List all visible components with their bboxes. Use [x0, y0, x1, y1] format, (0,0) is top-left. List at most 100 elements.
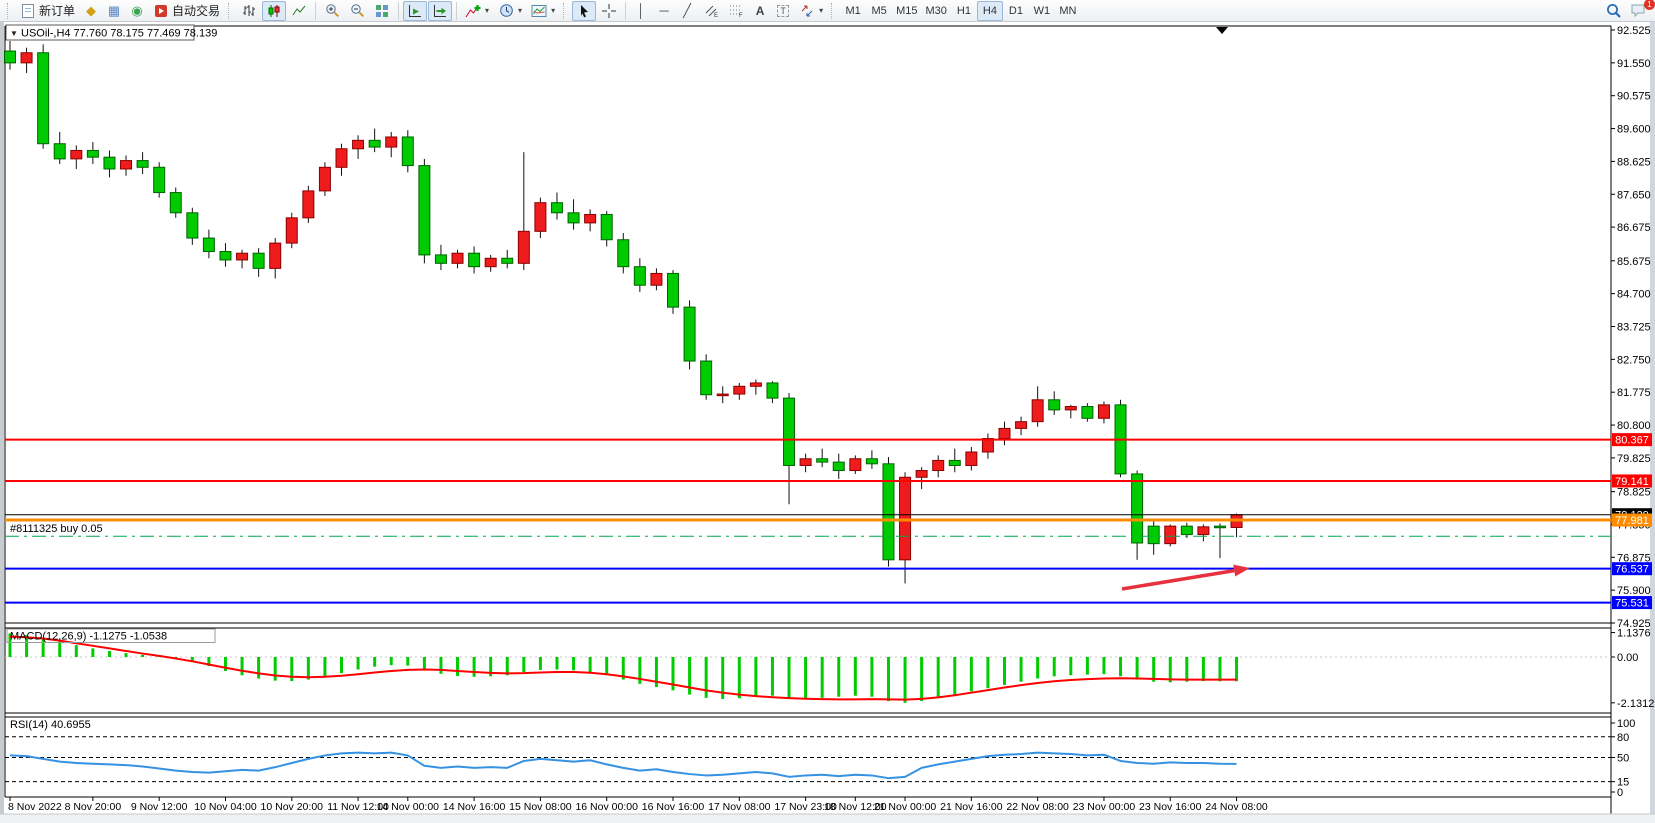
- text-label-icon: T: [777, 5, 789, 17]
- chevron-down-icon: ▾: [485, 6, 489, 15]
- templates-button[interactable]: ▾: [527, 1, 559, 21]
- macd-label: MACD(12,26,9) -1.1275 -1.0538: [10, 631, 167, 643]
- svg-text:0.00: 0.00: [1617, 652, 1638, 664]
- new-order-icon: [20, 3, 36, 19]
- timeframe-w1-button[interactable]: W1: [1029, 1, 1055, 21]
- timeframe-h1-button[interactable]: H1: [951, 1, 977, 21]
- svg-text:78.825: 78.825: [1617, 487, 1651, 499]
- svg-text:-2.1312: -2.1312: [1617, 698, 1654, 710]
- svg-text:14 Nov 16:00: 14 Nov 16:00: [443, 801, 506, 813]
- svg-text:86.675: 86.675: [1617, 222, 1651, 234]
- chart-frame: [0, 22, 1655, 823]
- text-label-button[interactable]: T: [772, 1, 794, 21]
- equidistant-channel-button[interactable]: E: [699, 1, 723, 21]
- tile-windows-button[interactable]: [370, 1, 394, 21]
- text-button[interactable]: A: [749, 1, 771, 21]
- auto-trading-button[interactable]: 自动交易: [149, 1, 224, 21]
- toolbar: 新订单 ◆ ▦ ◉ 自动交易: [0, 0, 1655, 22]
- timeframe-m5-button[interactable]: M5: [866, 1, 892, 21]
- svg-text:10 Nov 04:00: 10 Nov 04:00: [194, 801, 257, 813]
- chart-shift-button[interactable]: [428, 1, 452, 21]
- cursor-icon: [576, 3, 592, 19]
- toolbar-grip[interactable]: [7, 3, 12, 19]
- signal-icon: ◉: [131, 4, 142, 17]
- bar-chart-icon: [241, 3, 257, 19]
- new-order-button[interactable]: 新订单: [16, 1, 79, 21]
- vertical-line-icon: │: [637, 4, 645, 17]
- notification-badge: 1: [1644, 0, 1655, 10]
- svg-text:17 Nov 08:00: 17 Nov 08:00: [708, 801, 771, 813]
- svg-text:88.625: 88.625: [1617, 156, 1651, 168]
- svg-text:83.725: 83.725: [1617, 322, 1651, 334]
- svg-text:50: 50: [1617, 753, 1629, 765]
- timeframe-h4-button[interactable]: H4: [977, 1, 1003, 21]
- timeframe-d1-button[interactable]: D1: [1003, 1, 1029, 21]
- svg-text:10 Nov 20:00: 10 Nov 20:00: [261, 801, 324, 813]
- toolbar-grip[interactable]: [831, 3, 836, 19]
- toolbar-grip[interactable]: [563, 3, 568, 19]
- svg-text:15 Nov 08:00: 15 Nov 08:00: [509, 801, 572, 813]
- bar-chart-mode-button[interactable]: [237, 1, 261, 21]
- symbol-dropdown-icon[interactable]: ▼: [10, 29, 18, 38]
- tile-windows-icon: [374, 3, 390, 19]
- crosshair-icon: [601, 3, 617, 19]
- svg-text:91.550: 91.550: [1617, 58, 1651, 70]
- arrows-button[interactable]: ▾: [795, 1, 827, 21]
- svg-text:76.537: 76.537: [1615, 564, 1649, 576]
- timeframe-m15-button[interactable]: M15: [892, 1, 921, 21]
- fibonacci-button[interactable]: F: [724, 1, 748, 21]
- signal-button[interactable]: ◉: [126, 1, 148, 21]
- timeframe-m30-button[interactable]: M30: [922, 1, 951, 21]
- svg-text:90.575: 90.575: [1617, 91, 1651, 103]
- periods-clock-icon: [498, 3, 514, 19]
- vertical-line-button[interactable]: │: [630, 1, 652, 21]
- svg-text:75.531: 75.531: [1615, 598, 1649, 610]
- svg-text:16 Nov 00:00: 16 Nov 00:00: [575, 801, 638, 813]
- auto-scroll-button[interactable]: [403, 1, 427, 21]
- equidistant-channel-icon: E: [703, 3, 719, 19]
- svg-text:16 Nov 16:00: 16 Nov 16:00: [642, 801, 705, 813]
- charts-button[interactable]: ▦: [103, 1, 125, 21]
- svg-text:8 Nov 20:00: 8 Nov 20:00: [65, 801, 122, 813]
- chart-area[interactable]: 1.13760.00-2.1312 1008050150 92.52591.55…: [0, 22, 1655, 823]
- arrows-icon: [799, 3, 815, 19]
- chart-title: USOil-,H4 77.760 78.175 77.469 78.139: [21, 28, 217, 40]
- add-indicator-button[interactable]: ▾: [461, 1, 493, 21]
- candlestick-mode-button[interactable]: [262, 1, 286, 21]
- svg-text:84.700: 84.700: [1617, 289, 1651, 301]
- svg-text:79.141: 79.141: [1615, 476, 1649, 488]
- auto-trading-label: 自动交易: [172, 2, 220, 19]
- order-line-label: #8111325 buy 0.05: [10, 523, 103, 535]
- crosshair-button[interactable]: [597, 1, 621, 21]
- periods-button[interactable]: ▾: [494, 1, 526, 21]
- market-watch-button[interactable]: ◆: [80, 1, 102, 21]
- trend-line-button[interactable]: ╱: [676, 1, 698, 21]
- horizontal-line-button[interactable]: ─: [653, 1, 675, 21]
- cursor-button[interactable]: [572, 1, 596, 21]
- auto-scroll-icon: [407, 3, 423, 19]
- templates-icon: [531, 3, 547, 19]
- svg-text:80.367: 80.367: [1615, 435, 1649, 447]
- chevron-down-icon: ▾: [518, 6, 522, 15]
- svg-text:74.925: 74.925: [1617, 618, 1651, 630]
- line-chart-mode-button[interactable]: [287, 1, 311, 21]
- svg-text:87.650: 87.650: [1617, 189, 1651, 201]
- zoom-in-button[interactable]: [320, 1, 344, 21]
- svg-text:0: 0: [1617, 787, 1623, 799]
- toolbar-grip[interactable]: [228, 3, 233, 19]
- timeframe-m1-button[interactable]: M1: [840, 1, 866, 21]
- chat-button[interactable]: 1: [1627, 1, 1651, 21]
- timeframe-bar: M1M5M15M30H1H4D1W1MN: [840, 1, 1081, 21]
- svg-text:E: E: [714, 13, 718, 18]
- search-icon: [1606, 3, 1622, 19]
- svg-text:92.525: 92.525: [1617, 25, 1651, 37]
- timeframe-mn-button[interactable]: MN: [1055, 1, 1081, 21]
- zoom-out-button[interactable]: [345, 1, 369, 21]
- market-watch-icon: ◆: [86, 4, 96, 17]
- svg-text:21 Nov 00:00: 21 Nov 00:00: [874, 801, 937, 813]
- svg-text:23 Nov 16:00: 23 Nov 16:00: [1139, 801, 1202, 813]
- search-button[interactable]: [1602, 1, 1626, 21]
- chevron-down-icon: ▾: [819, 6, 823, 15]
- svg-text:75.900: 75.900: [1617, 585, 1651, 597]
- auto-trading-icon: [153, 3, 169, 19]
